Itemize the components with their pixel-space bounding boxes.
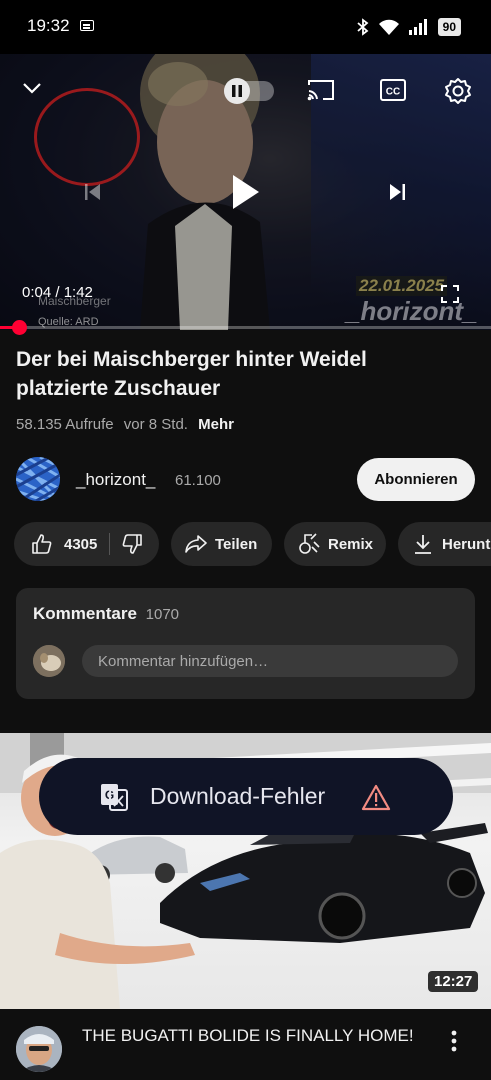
- pause-icon: [224, 78, 250, 104]
- channel-name[interactable]: _horizont_: [76, 470, 155, 490]
- remix-icon: [299, 533, 320, 554]
- upload-age: vor 8 Std.: [123, 416, 188, 433]
- status-bar: 19:32 90: [0, 0, 491, 54]
- time-readout: 0:04 / 1:42: [22, 284, 93, 301]
- comments-count: 1070: [145, 606, 180, 623]
- more-vert-icon[interactable]: [444, 1028, 464, 1056]
- like-icon[interactable]: [32, 534, 52, 554]
- like-divider: [109, 533, 111, 555]
- remix-label: Remix: [328, 535, 374, 553]
- comments-header: Kommentare 1070: [33, 604, 179, 624]
- view-count: 58.135 Aufrufe: [16, 416, 114, 433]
- share-label: Teilen: [215, 535, 258, 553]
- comments-title: Kommentare: [33, 604, 137, 623]
- signal-icon: [408, 19, 427, 35]
- like-dislike-pill: 4305: [14, 522, 159, 566]
- subscriber-count: 61.100: [175, 472, 221, 489]
- next-channel-avatar[interactable]: [16, 1026, 62, 1072]
- remix-button[interactable]: Remix: [284, 522, 386, 566]
- captions-icon[interactable]: CC: [376, 74, 410, 106]
- bluetooth-icon: [357, 18, 369, 36]
- status-time: 19:32: [27, 16, 70, 35]
- battery-indicator: 90: [437, 18, 461, 36]
- video-meta[interactable]: 58.135 Aufrufe vor 8 Std. Mehr: [16, 416, 234, 433]
- action-bar: 4305 Teilen Remix Herunterladen: [14, 522, 491, 566]
- user-avatar: [33, 645, 65, 677]
- share-button[interactable]: Teilen: [171, 522, 272, 566]
- next-icon[interactable]: [384, 178, 410, 206]
- play-icon[interactable]: [222, 166, 270, 218]
- video-player[interactable]: 22.01.2025 _horizont_ Maischberger Quell…: [0, 54, 491, 330]
- progress-bar[interactable]: [0, 320, 491, 335]
- video-title[interactable]: Der bei Maischberger hinter Weidel platz…: [16, 345, 456, 403]
- fullscreen-icon[interactable]: [438, 282, 462, 306]
- download-icon: [415, 535, 431, 554]
- subscribe-button[interactable]: Abonnieren: [357, 458, 475, 501]
- notification-icon: [80, 20, 94, 31]
- svg-text:CC: CC: [386, 87, 400, 98]
- status-icons: 90: [357, 16, 461, 38]
- red-highlight-circle: [34, 88, 140, 186]
- like-count[interactable]: 4305: [64, 536, 97, 553]
- next-video-title[interactable]: THE BUGATTI BOLIDE IS FINALLY HOME!: [82, 1025, 432, 1047]
- warning-icon: [361, 784, 391, 811]
- minimize-chevron-icon[interactable]: [16, 74, 48, 102]
- previous-icon[interactable]: [80, 178, 106, 206]
- dislike-icon[interactable]: [122, 534, 143, 554]
- wifi-icon: [378, 19, 399, 35]
- share-icon: [185, 535, 207, 553]
- settings-gear-icon[interactable]: [440, 74, 476, 108]
- autoplay-toggle[interactable]: [224, 78, 274, 104]
- overlay-date: 22.01.2025: [356, 276, 448, 296]
- more-link[interactable]: Mehr: [198, 416, 234, 433]
- toast-message: Download-Fehler: [150, 783, 326, 809]
- translate-icon: G: [101, 784, 128, 811]
- download-button[interactable]: Herunterladen: [398, 522, 491, 566]
- channel-avatar[interactable]: [16, 457, 60, 501]
- video-duration-badge: 12:27: [428, 971, 479, 992]
- progress-scrubber[interactable]: [11, 320, 27, 335]
- download-error-toast: G Download-Fehler: [39, 758, 453, 835]
- comments-panel[interactable]: Kommentare 1070 Kommentar hinzufügen…: [16, 588, 475, 699]
- cast-icon[interactable]: [304, 74, 338, 106]
- download-label: Herunterladen: [442, 535, 491, 553]
- comment-input[interactable]: Kommentar hinzufügen…: [82, 645, 458, 677]
